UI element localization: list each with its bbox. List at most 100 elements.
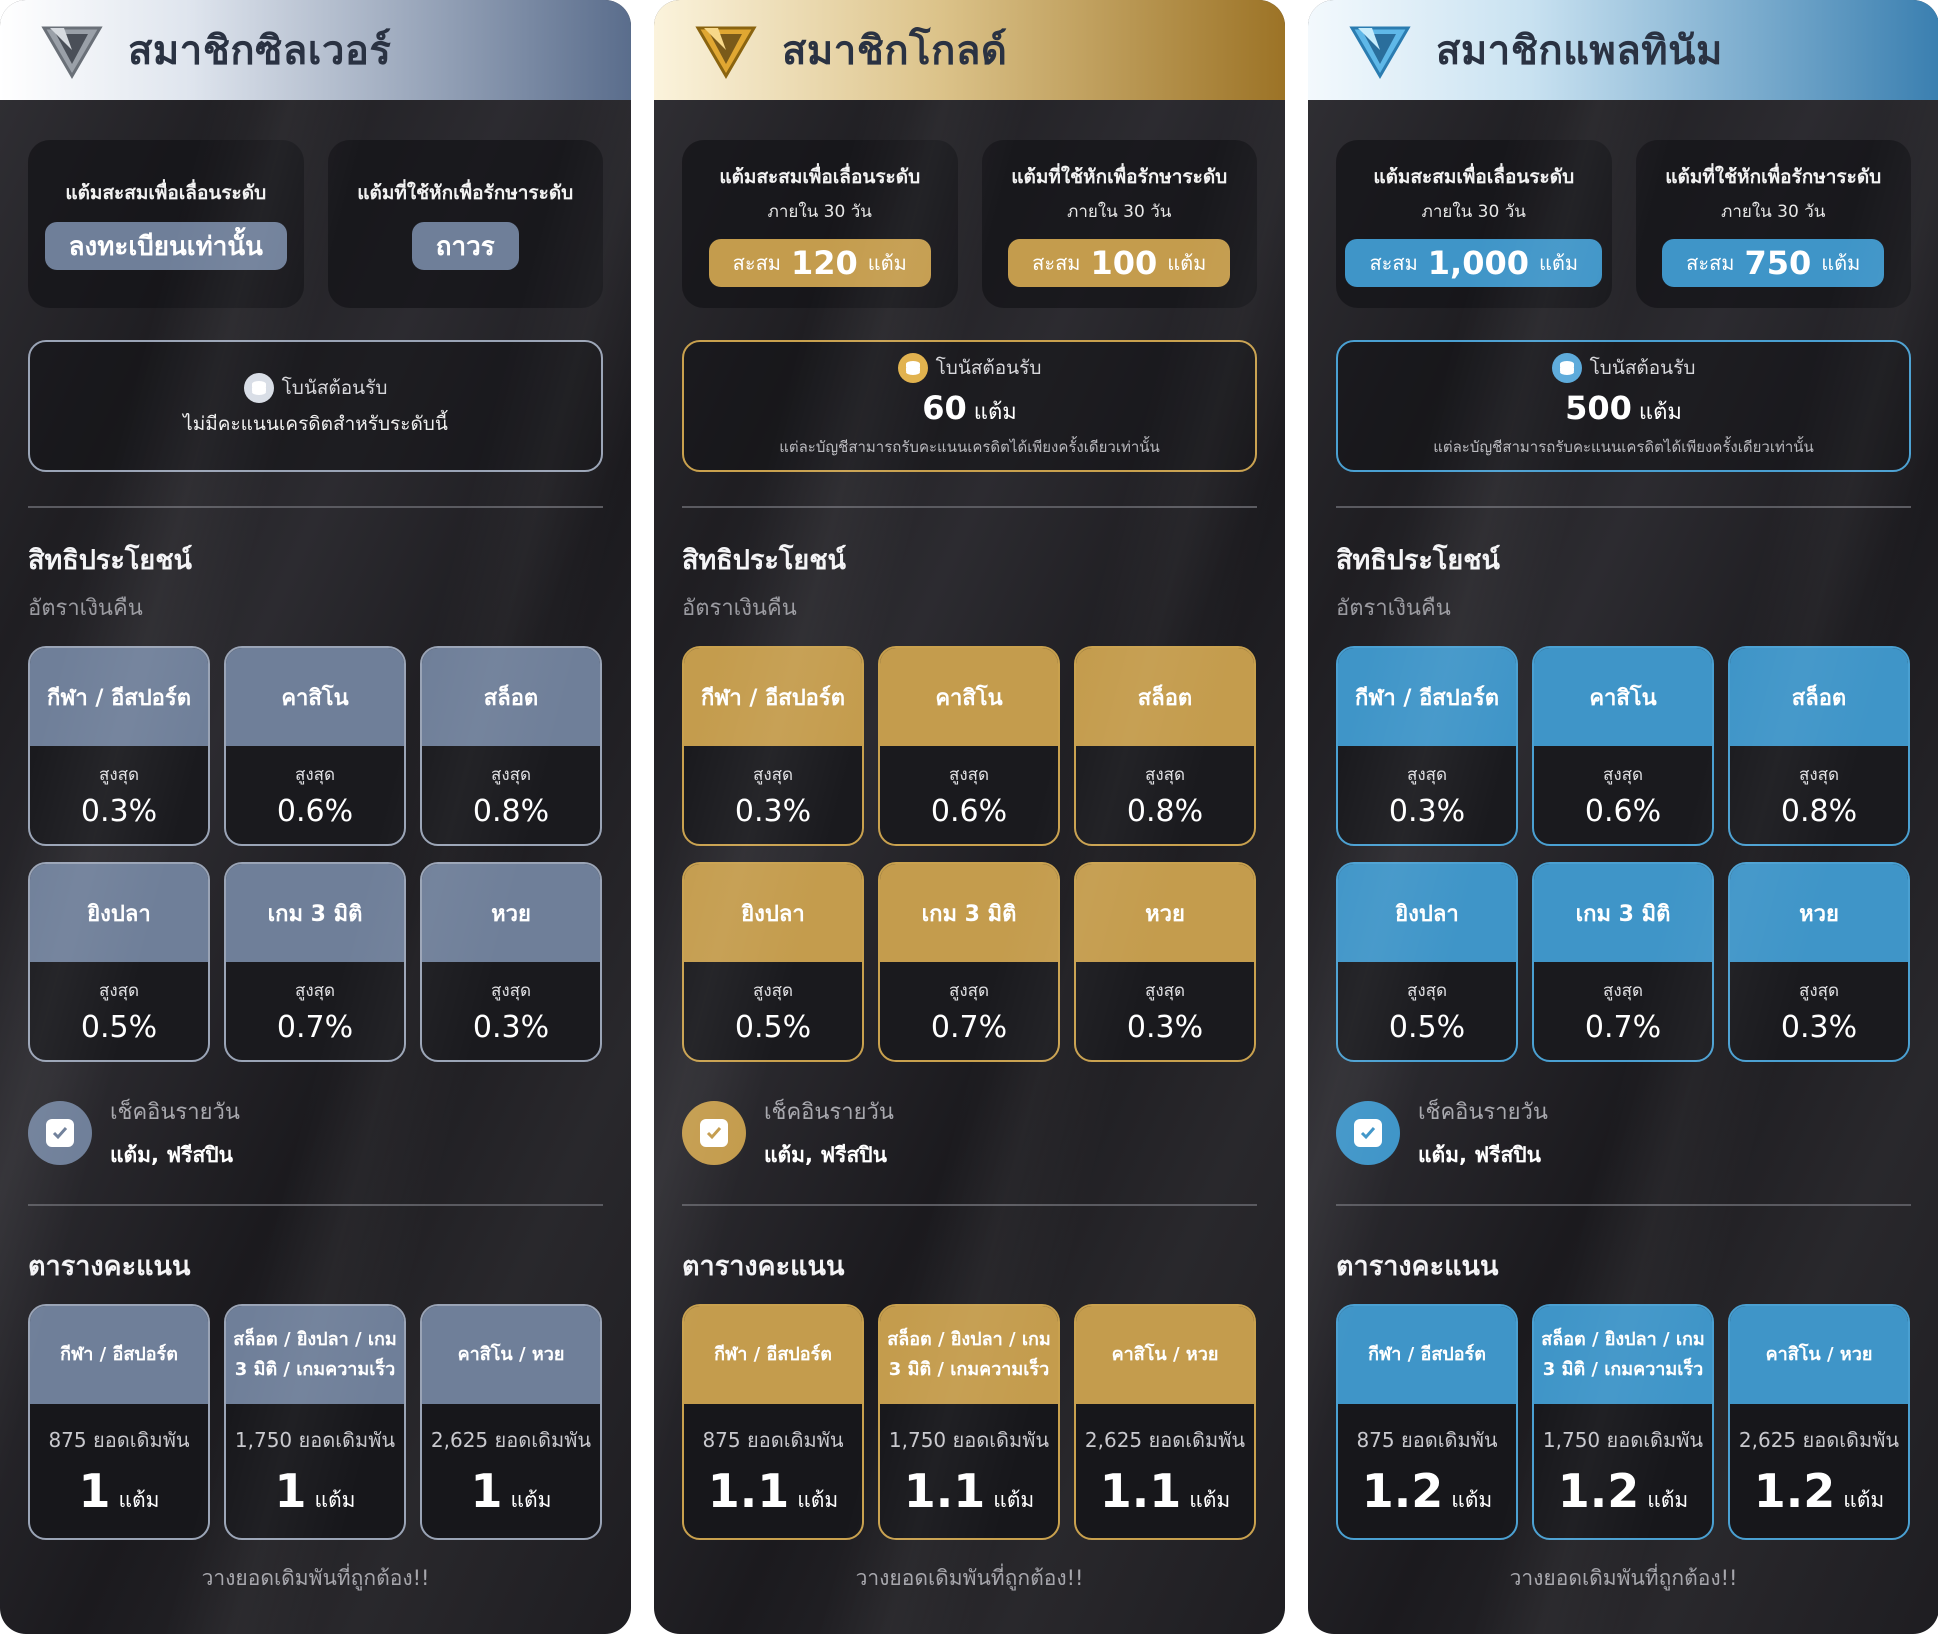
score-points-unit: แต้ม [1451, 1488, 1493, 1512]
daily-checkin[interactable]: เช็คอินรายวัน แต้ม, ฟรีสปิน [28, 1094, 240, 1172]
cashback-body: สูงสุด 0.7% [880, 962, 1058, 1060]
score-points: 1 แต้ม [274, 1464, 355, 1518]
benefits-title: สิทธิประโยชน์ [1336, 545, 1501, 576]
cashback-game: สล็อต [422, 648, 600, 746]
upgrade-requirement: แต้มสะสมเพื่อเลื่อนระดับ ภายใน 30 วัน สะ… [682, 140, 958, 308]
cashback-grid: กีฬา / อีสปอร์ต สูงสุด 0.3% คาสิโน สูงสุด 0.6… [682, 646, 1256, 1062]
cashback-cell: ยิงปลา สูงสุด 0.5% [28, 862, 210, 1062]
bonus-amount: 60 แต้ม [922, 389, 1017, 429]
cashback-cell: หวย สูงสุด 0.3% [420, 862, 602, 1062]
cashback-body: สูงสุด 0.3% [684, 746, 862, 844]
daily-checkin[interactable]: เช็คอินรายวัน แต้ม, ฟรีสปิน [1336, 1094, 1548, 1172]
cashback-label: สูงสุด [98, 765, 140, 785]
cashback-label: สูงสุด [1602, 765, 1644, 785]
cashback-cell: กีฬา / อีสปอร์ต สูงสุด 0.3% [682, 646, 864, 846]
tier-header: สมาชิกแพลทินัม [1308, 0, 1938, 100]
score-game-group: สล็อต / ยิงปลา / เกม 3 มิติ / เกมความเร็… [226, 1306, 404, 1404]
maintain-points-pill: สะสม 100 แต้ม [1008, 238, 1231, 287]
upgrade-requirement: แต้มสะสมเพื่อเลื่อนระดับ ภายใน 30 วัน สะ… [1336, 140, 1612, 308]
cashback-label: สูงสุด [1602, 981, 1644, 1001]
cashback-game: หวย [1076, 864, 1254, 962]
cashback-body: สูงสุด 0.6% [226, 746, 404, 844]
tier-title: สมาชิกแพลทินัม [1436, 28, 1723, 74]
cashback-cell: ยิงปลา สูงสุด 0.5% [1336, 862, 1518, 1062]
cashback-cell: หวย สูงสุด 0.3% [1074, 862, 1256, 1062]
bonus-note: แต่ละบัญชีสามารถรับคะแนนเครดิตได้เพียงคร… [1433, 438, 1814, 456]
tier-card-gold: สมาชิกโกลด์ แต้มสะสมเพื่อเลื่อนระดับ ภาย… [654, 0, 1285, 1634]
score-bet: 1,750 ยอดเดิมพัน [888, 1428, 1050, 1452]
maintain-period: ภายใน 30 วัน [1067, 201, 1172, 222]
pill-amount: 1,000 [1427, 243, 1529, 282]
cashback-body: สูงสุด 0.3% [422, 962, 600, 1060]
cashback-label: สูงสุด [948, 981, 990, 1001]
cashback-body: สูงสุด 0.8% [1076, 746, 1254, 844]
score-points: 1.2 แต้ม [1754, 1464, 1885, 1518]
footer-note: วางยอดเดิมพันที่ถูกต้อง!! [201, 1566, 430, 1590]
cashback-game: สล็อต [1076, 648, 1254, 746]
cashback-rate: 0.7% [276, 1010, 354, 1045]
bonus-value: 60 [922, 389, 967, 427]
cashback-rate: 0.8% [472, 794, 550, 829]
score-table-title: ตารางคะแนน [28, 1251, 191, 1282]
score-cell: คาสิโน / หวย 2,625 ยอดเดิมพัน 1.2 แต้ม [1728, 1304, 1910, 1540]
checkin-title: เช็คอินรายวัน [764, 1100, 894, 1125]
cashback-cell: หวย สูงสุด 0.3% [1728, 862, 1910, 1062]
maintain-points-pill: สะสม 750 แต้ม [1662, 238, 1885, 287]
checkin-text: เช็คอินรายวัน แต้ม, ฟรีสปิน [110, 1094, 240, 1172]
bonus-amount: 500 แต้ม [1565, 389, 1682, 429]
cashback-label: สูงสุด [1798, 981, 1840, 1001]
score-points: 1.2 แต้ม [1558, 1464, 1689, 1518]
score-points: 1 แต้ม [78, 1464, 159, 1518]
cashback-rate: 0.3% [1780, 1010, 1858, 1045]
cashback-cell: เกม 3 มิติ สูงสุด 0.7% [224, 862, 406, 1062]
cashback-body: สูงสุด 0.6% [880, 746, 1058, 844]
cashback-label: สูงสุด [1144, 765, 1186, 785]
score-bet: 2,625 ยอดเดิมพัน [1084, 1428, 1246, 1452]
maintain-value-pill: ถาวร [411, 222, 519, 270]
upgrade-requirement: แต้มสะสมเพื่อเลื่อนระดับ ลงทะเบียนเท่านั… [28, 140, 304, 308]
silver-v-diamond-icon [36, 18, 108, 82]
cashback-rate: 0.3% [1388, 794, 1466, 829]
check-icon [700, 1119, 728, 1147]
requirement-row: แต้มสะสมเพื่อเลื่อนระดับ ลงทะเบียนเท่านั… [28, 140, 603, 308]
score-game-group: กีฬา / อีสปอร์ต [1338, 1306, 1516, 1404]
cashback-game: กีฬา / อีสปอร์ต [1338, 648, 1516, 746]
pill-unit: แต้ม [1539, 250, 1579, 275]
upgrade-value-pill: ลงทะเบียนเท่านั้น [44, 222, 287, 270]
cashback-game: คาสิโน [226, 648, 404, 746]
checkin-desc: แต้ม, ฟรีสปิน [764, 1143, 887, 1167]
score-game-group: กีฬา / อีสปอร์ต [30, 1306, 208, 1404]
daily-checkin[interactable]: เช็คอินรายวัน แต้ม, ฟรีสปิน [682, 1094, 894, 1172]
requirement-row: แต้มสะสมเพื่อเลื่อนระดับ ภายใน 30 วัน สะ… [682, 140, 1257, 308]
cashback-body: สูงสุด 0.5% [684, 962, 862, 1060]
cashback-game: เกม 3 มิติ [880, 864, 1058, 962]
score-game-group: คาสิโน / หวย [422, 1306, 600, 1404]
cashback-label: สูงสุด [1406, 981, 1448, 1001]
cashback-rate: 0.5% [80, 1010, 158, 1045]
cashback-label: สูงสุด [752, 765, 794, 785]
coin-icon [897, 353, 928, 383]
score-body: 1,750 ยอดเดิมพัน 1.2 แต้ม [1534, 1404, 1712, 1538]
cashback-body: สูงสุด 0.3% [1338, 746, 1516, 844]
checkin-title: เช็คอินรายวัน [1418, 1100, 1548, 1125]
cashback-label: สูงสุด [1798, 765, 1840, 785]
cashback-game: เกม 3 มิติ [226, 864, 404, 962]
score-cell: กีฬา / อีสปอร์ต 875 ยอดเดิมพัน 1.2 แต้ม [1336, 1304, 1518, 1540]
score-points-value: 1.1 [903, 1464, 986, 1518]
maintain-period: ภายใน 30 วัน [1721, 201, 1826, 222]
bonus-title: โบนัสต้อนรับ [1589, 357, 1696, 379]
score-game-group: สล็อต / ยิงปลา / เกม 3 มิติ / เกมความเร็… [880, 1306, 1058, 1404]
score-body: 875 ยอดเดิมพัน 1.2 แต้ม [1338, 1404, 1516, 1538]
cashback-body: สูงสุด 0.8% [422, 746, 600, 844]
divider [28, 1204, 603, 1206]
coin-icon [1551, 353, 1582, 383]
cashback-subtitle: อัตราเงินคืน [1336, 596, 1451, 621]
score-game-group: คาสิโน / หวย [1076, 1306, 1254, 1404]
cashback-rate: 0.8% [1780, 794, 1858, 829]
score-points-value: 1.1 [707, 1464, 790, 1518]
cashback-rate: 0.3% [472, 1010, 550, 1045]
cashback-rate: 0.3% [80, 794, 158, 829]
cashback-label: สูงสุด [490, 765, 532, 785]
maintain-requirement: แต้มที่ใช้หักเพื่อรักษาระดับ ภายใน 30 วั… [981, 140, 1257, 308]
score-table-title: ตารางคะแนน [682, 1251, 845, 1282]
